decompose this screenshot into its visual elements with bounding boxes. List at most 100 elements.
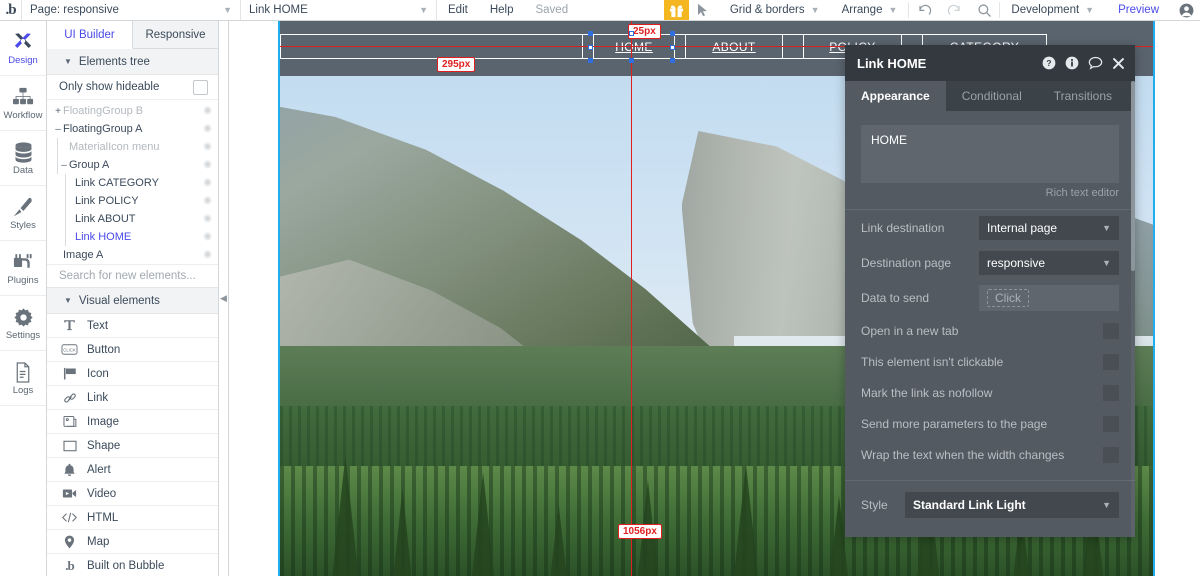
tree-row[interactable]: – FloatingGroup A ◉ <box>47 120 218 138</box>
menu-edit[interactable]: Edit <box>437 0 479 20</box>
tree-row[interactable]: Link CATEGORY ◉ <box>47 174 218 192</box>
resize-handle-bottom-center[interactable] <box>629 58 634 63</box>
arrange-menu[interactable]: Arrange ▼ <box>831 0 909 20</box>
style-select[interactable]: Standard Link Light ▼ <box>905 492 1119 518</box>
tab-appearance[interactable]: Appearance <box>845 81 946 111</box>
search-icon[interactable] <box>969 0 999 20</box>
visual-element-label: HTML <box>87 511 119 524</box>
tree-item-label: Link POLICY <box>75 195 139 207</box>
resize-handle-bottom-right[interactable] <box>670 58 675 63</box>
resize-handle-top-left[interactable] <box>588 31 593 36</box>
not-clickable-checkbox[interactable] <box>1103 353 1119 370</box>
eye-slash-icon[interactable]: ◉ <box>203 142 212 152</box>
eye-slash-icon[interactable]: ◉ <box>203 106 212 116</box>
help-question-icon[interactable]: ? <box>1042 56 1056 70</box>
bubble-logo[interactable]: .b <box>0 0 22 20</box>
eye-icon[interactable]: ◉ <box>203 250 212 260</box>
visual-element-button[interactable]: CLICK Button <box>47 338 218 362</box>
tree-row[interactable]: – Group A ◉ <box>47 156 218 174</box>
visual-element-shape[interactable]: Shape <box>47 434 218 458</box>
panel-divider-2 <box>845 480 1135 481</box>
rich-text-editor-caption[interactable]: Rich text editor <box>861 187 1119 199</box>
not-clickable-label: This element isn't clickable <box>861 354 1004 369</box>
rail-item-plugins[interactable]: Plugins <box>0 241 46 296</box>
tree-row[interactable]: Link ABOUT ◉ <box>47 210 218 228</box>
cursor-arrow-icon[interactable] <box>689 0 719 20</box>
comment-bubble-icon[interactable] <box>1088 56 1103 70</box>
visual-element-image[interactable]: Image <box>47 410 218 434</box>
send-parameters-checkbox[interactable] <box>1103 415 1119 432</box>
property-panel-scrollbar[interactable] <box>1131 81 1135 537</box>
property-panel-scrollbar-thumb[interactable] <box>1131 81 1135 271</box>
tree-row[interactable]: MaterialIcon menu ◉ <box>47 138 218 156</box>
elements-tree-header[interactable]: ▼ Elements tree <box>47 49 218 75</box>
plug-glyph <box>13 254 32 268</box>
rail-item-data[interactable]: Data <box>0 131 46 186</box>
tree-row[interactable]: Link POLICY ◉ <box>47 192 218 210</box>
tab-transitions[interactable]: Transitions <box>1038 81 1128 111</box>
tree-guideline <box>65 210 66 228</box>
data-to-send-field[interactable]: Click <box>979 284 1119 311</box>
resize-handle-top-right[interactable] <box>670 31 675 36</box>
tree-toggle-collapse-icon[interactable]: – <box>59 160 69 171</box>
resize-handle-mid-left[interactable] <box>588 45 593 50</box>
eye-icon[interactable]: ◉ <box>203 178 212 188</box>
visual-element-map[interactable]: Map <box>47 530 218 554</box>
resize-handle-top-center[interactable] <box>629 31 634 36</box>
open-new-tab-checkbox[interactable] <box>1103 322 1119 339</box>
eye-icon[interactable]: ◉ <box>203 124 212 134</box>
wrap-text-checkbox[interactable] <box>1103 446 1119 463</box>
visual-element-link[interactable]: Link <box>47 386 218 410</box>
eye-icon[interactable]: ◉ <box>203 214 212 224</box>
visual-element-built-on-bubble[interactable]: .b Built on Bubble <box>47 554 218 576</box>
resize-handle-mid-right[interactable] <box>670 45 675 50</box>
eye-icon[interactable]: ◉ <box>203 160 212 170</box>
close-icon[interactable] <box>1112 57 1125 70</box>
tree-toggle-expand-icon[interactable]: + <box>53 106 63 117</box>
rail-item-design[interactable]: Design <box>0 21 46 76</box>
visual-element-alert[interactable]: Alert <box>47 458 218 482</box>
redo-icon[interactable] <box>939 0 969 20</box>
eye-icon[interactable]: ◉ <box>203 232 212 242</box>
undo-icon[interactable] <box>909 0 939 20</box>
rail-item-workflow[interactable]: Workflow <box>0 76 46 131</box>
search-new-elements[interactable]: Search for new elements... <box>47 264 218 288</box>
visual-elements-header[interactable]: ▼ Visual elements <box>47 288 218 314</box>
visual-element-icon[interactable]: Icon <box>47 362 218 386</box>
tab-responsive[interactable]: Responsive <box>133 21 218 48</box>
menu-help[interactable]: Help <box>479 0 525 20</box>
panel-collapse-handle[interactable]: ◀ <box>219 21 229 576</box>
tree-row[interactable]: + FloatingGroup B ◉ <box>47 102 218 120</box>
info-icon[interactable] <box>1065 56 1079 70</box>
svg-text:?: ? <box>1046 58 1051 68</box>
user-avatar-icon[interactable] <box>1172 0 1200 20</box>
grid-borders-menu[interactable]: Grid & borders ▼ <box>719 0 831 20</box>
page-selector[interactable]: Page: responsive ▼ <box>22 0 241 20</box>
tab-conditional[interactable]: Conditional <box>946 81 1038 111</box>
only-show-hideable-checkbox[interactable] <box>193 79 208 95</box>
database-icon <box>14 140 33 164</box>
eye-icon[interactable]: ◉ <box>203 196 212 206</box>
rail-label-design: Design <box>8 55 38 67</box>
visual-element-video[interactable]: Video <box>47 482 218 506</box>
document-glyph <box>16 362 30 383</box>
link-destination-select[interactable]: Internal page ▼ <box>979 215 1119 240</box>
visual-element-html[interactable]: HTML <box>47 506 218 530</box>
resize-handle-bottom-left[interactable] <box>588 58 593 63</box>
nofollow-checkbox[interactable] <box>1103 384 1119 401</box>
tab-ui-builder[interactable]: UI Builder <box>47 21 133 49</box>
tree-row-selected[interactable]: Link HOME ◉ <box>47 228 218 246</box>
visual-element-text[interactable]: Text <box>47 314 218 338</box>
gift-icon[interactable] <box>663 0 689 20</box>
preview-button[interactable]: Preview <box>1105 0 1172 20</box>
rail-item-settings[interactable]: Settings <box>0 296 46 351</box>
tree-row[interactable]: Image A ◉ <box>47 246 218 264</box>
tab-conditional-label: Conditional <box>961 89 1022 103</box>
element-selector[interactable]: Link HOME ▼ <box>241 0 437 20</box>
rich-text-editor-input[interactable]: HOME <box>861 125 1119 183</box>
development-menu[interactable]: Development ▼ <box>1000 0 1105 20</box>
tree-toggle-collapse-icon[interactable]: – <box>53 124 63 135</box>
rail-item-logs[interactable]: Logs <box>0 351 46 406</box>
rail-item-styles[interactable]: Styles <box>0 186 46 241</box>
destination-page-select[interactable]: responsive ▼ <box>979 250 1119 275</box>
